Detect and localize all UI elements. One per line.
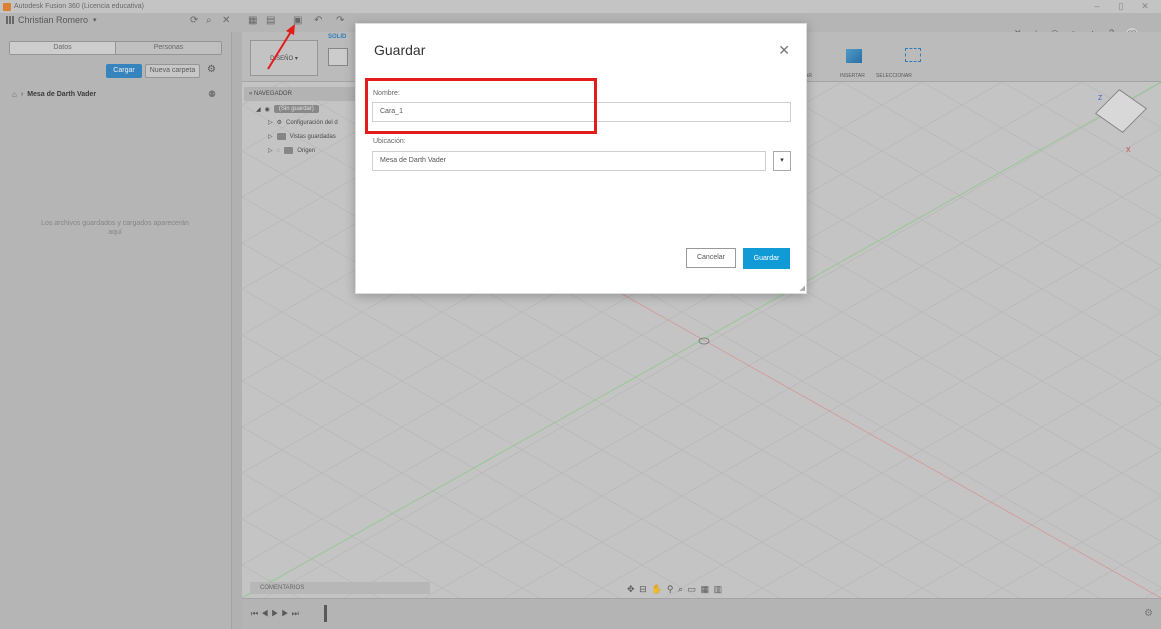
close-icon[interactable]: ✕ (778, 42, 790, 59)
resize-grip-icon[interactable]: ◢ (800, 284, 805, 292)
cancel-button[interactable]: Cancelar (686, 248, 736, 268)
highlight-box (365, 78, 597, 134)
location-label: Ubicación: (373, 138, 406, 145)
save-button[interactable]: Guardar (743, 248, 790, 269)
dialog-title: Guardar (374, 42, 426, 58)
location-dropdown-button[interactable]: ▾ (773, 151, 791, 171)
location-field[interactable]: Mesa de Darth Vader (372, 151, 766, 171)
chevron-down-icon: ▾ (780, 157, 784, 164)
save-dialog: Guardar ✕ Nombre: Cara_1 Ubicación: Mesa… (355, 23, 807, 294)
